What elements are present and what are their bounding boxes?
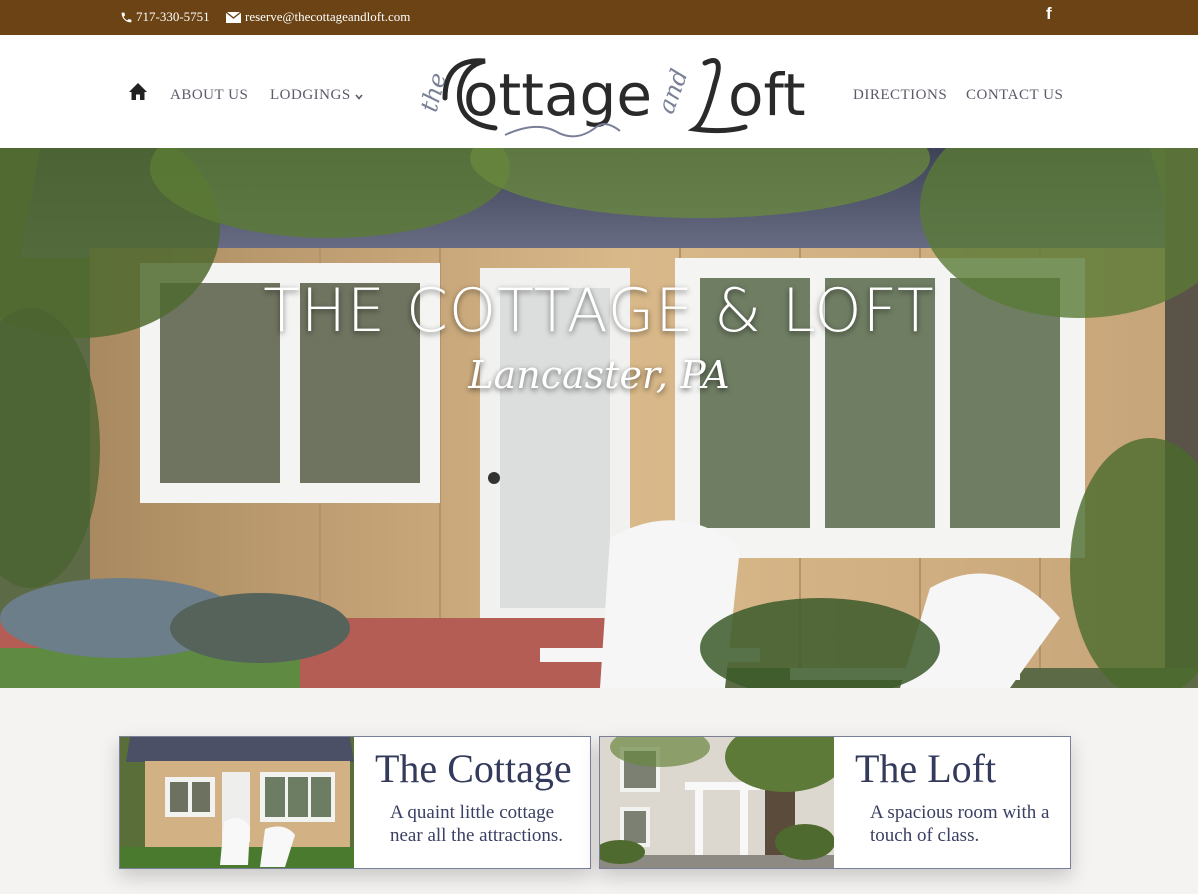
cottage-thumbnail — [120, 737, 354, 868]
nav-about-us[interactable]: ABOUT US — [170, 87, 248, 104]
site-header: ABOUT US LODGINGS the ottage and oft DIR… — [0, 35, 1198, 148]
svg-text:oft: oft — [728, 61, 806, 129]
card-description: A spacious room with a touch of class. — [870, 802, 1050, 846]
facebook-icon[interactable]: f — [1046, 4, 1052, 24]
nav-directions[interactable]: DIRECTIONS — [853, 87, 947, 104]
email-address: reserve@thecottageandloft.com — [245, 9, 411, 24]
phone-icon — [121, 12, 132, 22]
hero-title: THE COTTAGE & LOFT — [263, 276, 935, 346]
hero-banner: THE COTTAGE & LOFT Lancaster, PA — [0, 148, 1198, 688]
email-link[interactable]: reserve@thecottageandloft.com — [226, 9, 410, 25]
home-icon[interactable] — [128, 82, 148, 102]
svg-text:the: the — [415, 70, 452, 115]
hero-cottage-photo — [0, 148, 1198, 688]
phone-number: 717-330-5751 — [136, 9, 210, 24]
svg-text:and: and — [652, 65, 694, 117]
chevron-down-icon[interactable] — [354, 92, 364, 102]
card-the-loft[interactable]: The Loft A spacious room with a touch of… — [599, 736, 1071, 869]
card-title: The Cottage — [375, 746, 572, 791]
card-description: A quaint little cottage near all the att… — [390, 802, 564, 846]
nav-contact-us[interactable]: CONTACT US — [966, 87, 1063, 104]
site-logo[interactable]: the ottage and oft — [405, 43, 815, 143]
loft-thumbnail — [600, 737, 834, 868]
svg-text:ottage: ottage — [463, 61, 652, 129]
hero-subtitle: Lancaster, PA — [468, 353, 730, 397]
top-bar: 717-330-5751 reserve@thecottageandloft.c… — [0, 0, 1198, 35]
nav-lodgings[interactable]: LODGINGS — [270, 87, 351, 104]
envelope-icon — [226, 11, 241, 23]
phone-link[interactable]: 717-330-5751 — [120, 9, 210, 25]
card-the-cottage[interactable]: The Cottage A quaint little cottage near… — [119, 736, 591, 869]
card-title: The Loft — [855, 746, 997, 791]
